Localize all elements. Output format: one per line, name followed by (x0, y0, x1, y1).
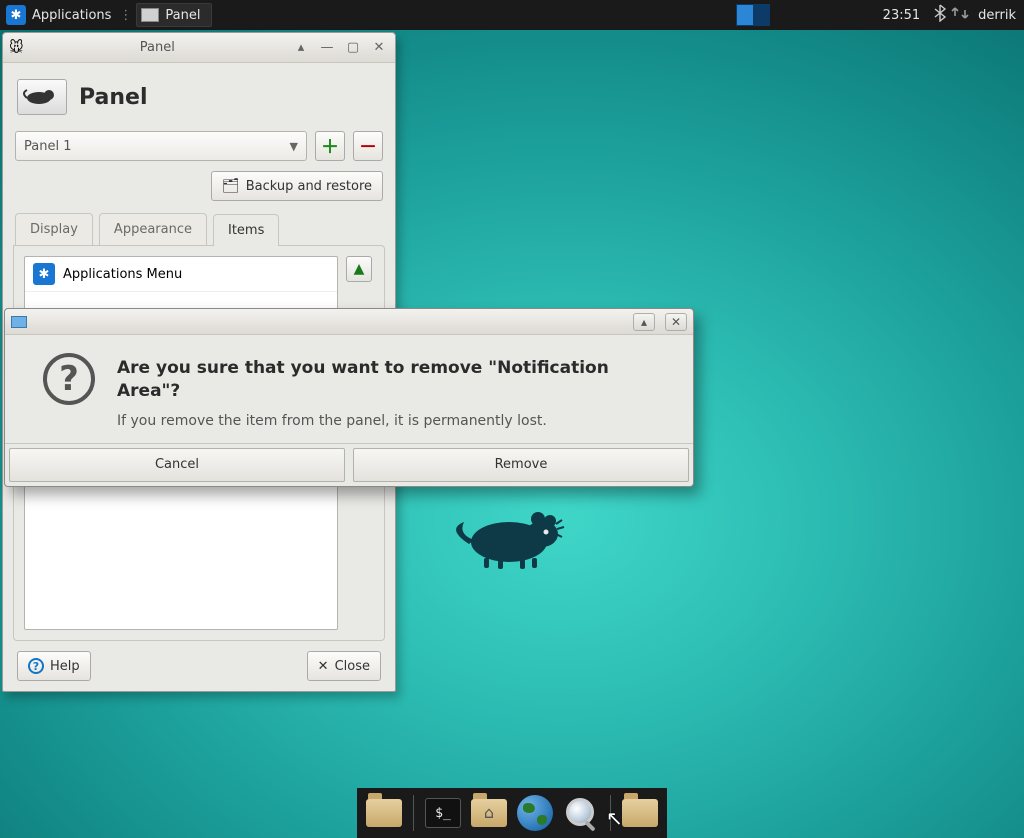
backup-restore-button[interactable]: 🗂 Backup and restore (211, 171, 383, 201)
remove-button[interactable]: Remove (353, 448, 689, 482)
close-label: Close (335, 659, 370, 674)
bottom-dock: $_ ↖ (357, 788, 667, 838)
list-item[interactable]: ✱ Applications Menu (25, 257, 337, 292)
dock-separator (413, 795, 414, 831)
dock-separator (610, 795, 611, 831)
tab-display[interactable]: Display (15, 213, 93, 245)
window-maximize-button[interactable]: ▢ (343, 39, 363, 57)
confirm-dialog: ▴ ✕ ? Are you sure that you want to remo… (4, 308, 694, 487)
dialog-up-button[interactable]: ▴ (633, 313, 655, 331)
move-item-up-button[interactable]: ▲ (346, 256, 372, 282)
confirm-heading: Are you sure that you want to remove "No… (117, 357, 673, 403)
cancel-button[interactable]: Cancel (9, 448, 345, 482)
dock-terminal[interactable]: $_ (422, 792, 464, 834)
dock-search[interactable] (560, 792, 602, 834)
confirm-actions: Cancel Remove (5, 443, 693, 486)
taskbar-item-label: Panel (165, 8, 200, 23)
tab-items[interactable]: Items (213, 214, 279, 246)
chevron-down-icon: ▼ (290, 140, 298, 153)
panel-separator-icon: ⋮ (117, 8, 134, 23)
list-item-label: Applications Menu (63, 267, 182, 282)
window-close-button[interactable]: ✕ (369, 39, 389, 57)
window-thumb-icon (141, 8, 159, 22)
username-label: derrik (978, 8, 1016, 23)
top-panel: ✱ Applications ⋮ Panel 23:51 derrik (0, 0, 1024, 30)
panel-select-value: Panel 1 (24, 139, 71, 154)
workspace-switcher[interactable] (733, 0, 773, 30)
close-icon: ✕ (318, 659, 329, 674)
applications-menu-icon: ✱ (33, 263, 55, 285)
dialog-app-icon (11, 316, 27, 328)
applications-menu-button[interactable]: ✱ Applications (0, 0, 117, 30)
dock-web-browser[interactable] (514, 792, 556, 834)
bluetooth-icon[interactable] (930, 4, 950, 26)
close-button[interactable]: ✕ Close (307, 651, 381, 681)
panel-header-title: Panel (79, 85, 148, 110)
help-button[interactable]: ? Help (17, 651, 91, 681)
taskbar-item-panel[interactable]: Panel (136, 3, 211, 27)
wallpaper-mouse-icon (454, 504, 574, 574)
titlebar-app-icon: 🐭 (9, 40, 24, 56)
question-icon: ? (43, 353, 95, 405)
window-up-button[interactable]: ▴ (291, 39, 311, 57)
backup-restore-label: Backup and restore (246, 179, 372, 194)
dialog-close-button[interactable]: ✕ (665, 313, 687, 331)
remove-panel-button[interactable]: － (353, 131, 383, 161)
folder-icon: 🗂 (222, 178, 240, 194)
dock-home-folder[interactable] (468, 792, 510, 834)
panel-window-title: Panel (30, 40, 285, 55)
add-panel-button[interactable]: ＋ (315, 131, 345, 161)
panel-window-titlebar[interactable]: 🐭 Panel ▴ — ▢ ✕ (3, 33, 395, 63)
help-label: Help (50, 659, 80, 674)
xfce-logo-icon: ✱ (6, 5, 26, 25)
dock-folder-2[interactable] (619, 792, 661, 834)
panel-select-combo[interactable]: Panel 1 ▼ (15, 131, 307, 161)
panel-header-icon (17, 79, 67, 115)
tab-appearance[interactable]: Appearance (99, 213, 207, 245)
network-icon[interactable] (950, 6, 970, 24)
help-icon: ? (28, 658, 44, 674)
panel-tabs: Display Appearance Items (13, 213, 385, 245)
clock[interactable]: 23:51 (873, 8, 930, 23)
applications-menu-label: Applications (32, 8, 111, 23)
window-minimize-button[interactable]: — (317, 39, 337, 57)
confirm-titlebar[interactable]: ▴ ✕ (5, 309, 693, 335)
dock-folder-1[interactable] (363, 792, 405, 834)
confirm-subtext: If you remove the item from the panel, i… (117, 413, 673, 429)
user-menu[interactable]: derrik (970, 8, 1024, 23)
